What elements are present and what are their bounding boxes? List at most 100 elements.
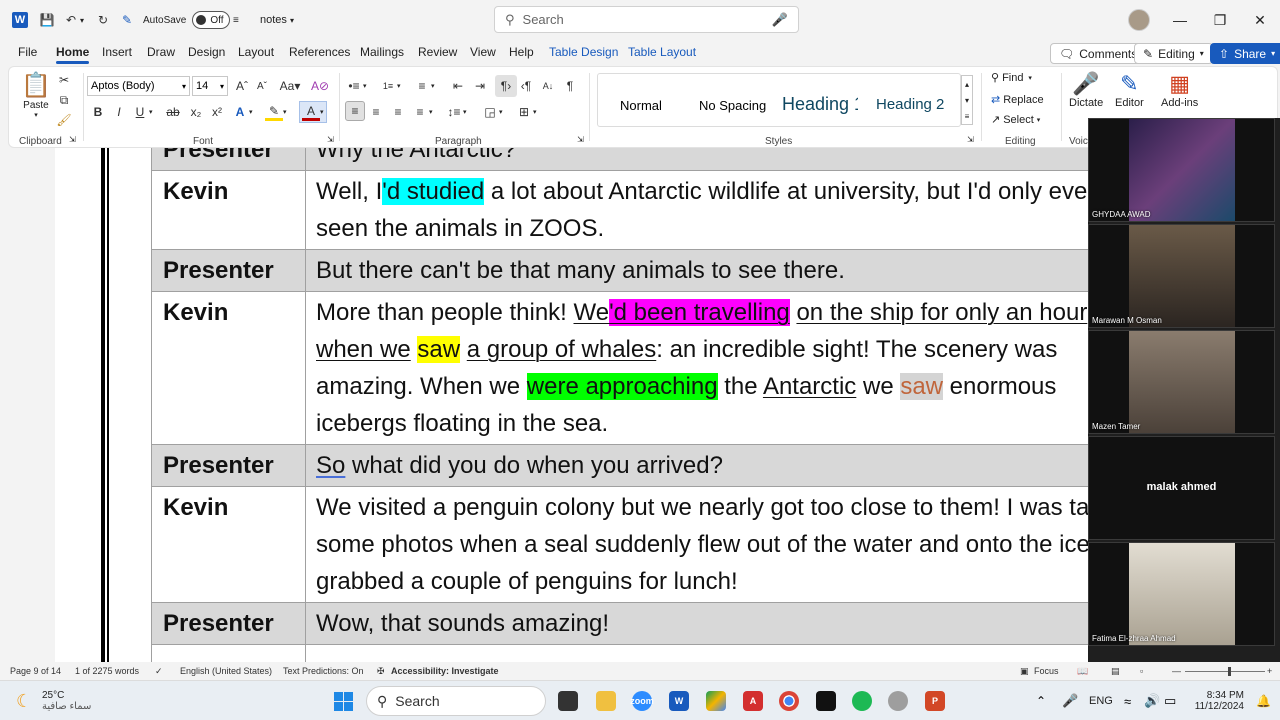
zoom-in-icon[interactable]: + (1267, 666, 1272, 676)
participant-tile[interactable]: Mazen Tamer (1088, 330, 1275, 434)
line-spacing-icon[interactable]: ↕≡ ▾ (445, 103, 466, 121)
redo-icon[interactable]: ↻ (94, 0, 112, 40)
wifi-icon[interactable]: ≈ (1124, 681, 1131, 720)
bold-button[interactable]: B (89, 103, 107, 121)
capcut-icon[interactable] (816, 681, 836, 720)
chrome-icon[interactable] (779, 681, 799, 720)
dialogue-cell[interactable] (305, 644, 1088, 662)
table-row[interactable]: Presenter Wow, that sounds amazing! (151, 602, 1088, 645)
table-row[interactable] (151, 644, 1088, 662)
notification-icon[interactable]: 🔔 (1256, 681, 1271, 720)
tab-design[interactable]: Design (188, 45, 225, 59)
font-size-select[interactable]: 14 ▾ (192, 76, 228, 96)
participant-tile[interactable]: Marawan M Osman (1088, 224, 1275, 328)
start-button[interactable] (334, 681, 353, 720)
format-painter-icon[interactable]: 🖌 (55, 111, 73, 129)
print-layout-icon[interactable]: ▤ (1111, 666, 1120, 677)
align-right-button[interactable]: ≡ (389, 103, 407, 121)
multilevel-list-icon[interactable]: ≡ ▾ (413, 77, 434, 95)
underline-button[interactable]: U ▾ (131, 103, 153, 121)
participant-tile[interactable]: Fatima El-zhraa Ahmad (1088, 542, 1275, 646)
tab-home[interactable]: Home (56, 45, 90, 64)
strikethrough-button[interactable]: ab (164, 103, 182, 121)
styles-scroll[interactable]: ▴ ▾ ≡ (961, 75, 973, 125)
proofing-icon[interactable]: ✓ (155, 666, 163, 677)
styles-dialog-launcher-icon[interactable]: ⇲ (967, 135, 974, 144)
dialogue-cell[interactable]: But there can't be that many animals to … (305, 249, 1088, 292)
weather-icon[interactable]: ☾ (16, 681, 32, 720)
zoom-slider[interactable] (1185, 671, 1265, 672)
dialogue-cell[interactable]: We visited a penguin colony but we nearl… (305, 486, 1088, 603)
tab-table-layout[interactable]: Table Layout (628, 45, 696, 59)
superscript-button[interactable]: x² (208, 103, 226, 121)
dictate-button[interactable]: 🎤 Dictate (1069, 71, 1103, 109)
speaker-cell[interactable]: Kevin (151, 291, 306, 445)
undo-icon[interactable]: ↶ ▾ (62, 0, 84, 40)
task-view-icon[interactable] (558, 681, 578, 720)
tab-table-design[interactable]: Table Design (549, 45, 618, 59)
participant-tile[interactable]: malak ahmed (1088, 436, 1275, 540)
microphone-icon[interactable]: 🎤 (772, 12, 788, 28)
acrobat-icon[interactable]: A (743, 681, 763, 720)
ltr-icon[interactable]: ¶› (495, 75, 517, 97)
shrink-font-icon[interactable]: Aˇ (253, 77, 271, 95)
rtl-icon[interactable]: ‹¶ (517, 77, 535, 95)
find-button[interactable]: ⚲ Find ▾ (991, 71, 1032, 85)
grow-font-icon[interactable]: Aˆ (233, 77, 251, 95)
table-row[interactable]: Presenter So what did you do when you ar… (151, 444, 1088, 487)
speaker-cell[interactable]: Presenter (151, 602, 306, 645)
select-button[interactable]: ↗ Select ▾ (991, 113, 1040, 127)
read-mode-icon[interactable]: 📖 (1077, 666, 1088, 677)
paste-button[interactable]: 📋 Paste ▾ (21, 71, 51, 119)
clock[interactable]: 8:34 PM 11/12/2024 (1192, 681, 1244, 720)
dialogue-table[interactable]: Presenter Why the Antarctic? Kevin Well,… (151, 148, 1088, 662)
tab-layout[interactable]: Layout (238, 45, 274, 59)
highlight-icon[interactable]: ✎ ▾ (265, 103, 287, 121)
language-indicator[interactable]: ENG (1089, 681, 1113, 720)
zoom-app-icon[interactable]: zoom (630, 681, 654, 720)
speaker-cell[interactable]: Presenter (151, 444, 306, 487)
chevron-up-icon[interactable]: ▴ (965, 80, 969, 89)
save-icon[interactable]: 💾 (38, 0, 56, 40)
italic-button[interactable]: I (110, 103, 128, 121)
close-button[interactable]: ✕ (1240, 0, 1280, 40)
pen-icon[interactable]: ✎ (118, 0, 136, 40)
minimize-button[interactable]: — (1160, 0, 1200, 40)
tab-mailings[interactable]: Mailings (360, 45, 404, 59)
text-effects-icon[interactable]: A ▾ (231, 103, 253, 121)
document-name[interactable]: notes (260, 0, 287, 40)
battery-icon[interactable]: ▭ (1164, 681, 1176, 720)
tab-references[interactable]: References (289, 45, 350, 59)
numbering-icon[interactable]: 1≡ ▾ (379, 77, 401, 95)
dialogue-cell[interactable]: Wow, that sounds amazing! (305, 602, 1088, 645)
shading-icon[interactable]: ◲ ▾ (481, 103, 502, 121)
more-styles-icon[interactable]: ≡ (965, 112, 970, 121)
justify-button[interactable]: ≡ ▾ (411, 103, 432, 121)
style-normal[interactable]: Normal (620, 98, 662, 113)
document-page[interactable]: Presenter Why the Antarctic? Kevin Well,… (55, 148, 1088, 662)
word-app-icon[interactable]: W (669, 681, 689, 720)
search-input[interactable]: ⚲ Search 🎤 (494, 6, 799, 33)
zoom-out-icon[interactable]: — (1172, 666, 1181, 676)
show-hidden-icons[interactable]: ⌃ (1036, 681, 1046, 720)
table-row[interactable]: Kevin More than people think! We'd been … (151, 291, 1088, 445)
font-dialog-launcher-icon[interactable]: ⇲ (327, 135, 334, 144)
web-layout-icon[interactable]: ▫ (1140, 666, 1143, 676)
page-count[interactable]: Page 9 of 14 (10, 666, 61, 676)
volume-icon[interactable]: 🔊 (1144, 681, 1160, 720)
spotify-icon[interactable] (852, 681, 872, 720)
font-name-select[interactable]: Aptos (Body) ▾ (87, 76, 190, 96)
decrease-indent-icon[interactable]: ⇤ (449, 77, 467, 95)
style-heading-1[interactable]: Heading 1 (782, 94, 858, 115)
speaker-cell[interactable]: Kevin (151, 486, 306, 603)
show-formatting-icon[interactable]: ¶ (561, 77, 579, 95)
tab-draw[interactable]: Draw (147, 45, 175, 59)
speaker-cell[interactable] (151, 644, 306, 662)
autosave-toggle[interactable]: Off (192, 11, 231, 29)
google-drive-icon[interactable] (706, 681, 726, 720)
language[interactable]: English (United States) (180, 666, 272, 676)
replace-button[interactable]: ⇄ Replace (991, 93, 1044, 107)
accessibility-status[interactable]: Accessibility: Investigate (391, 666, 499, 676)
file-explorer-icon[interactable] (596, 681, 616, 720)
dialogue-cell[interactable]: More than people think! We'd been travel… (305, 291, 1088, 445)
